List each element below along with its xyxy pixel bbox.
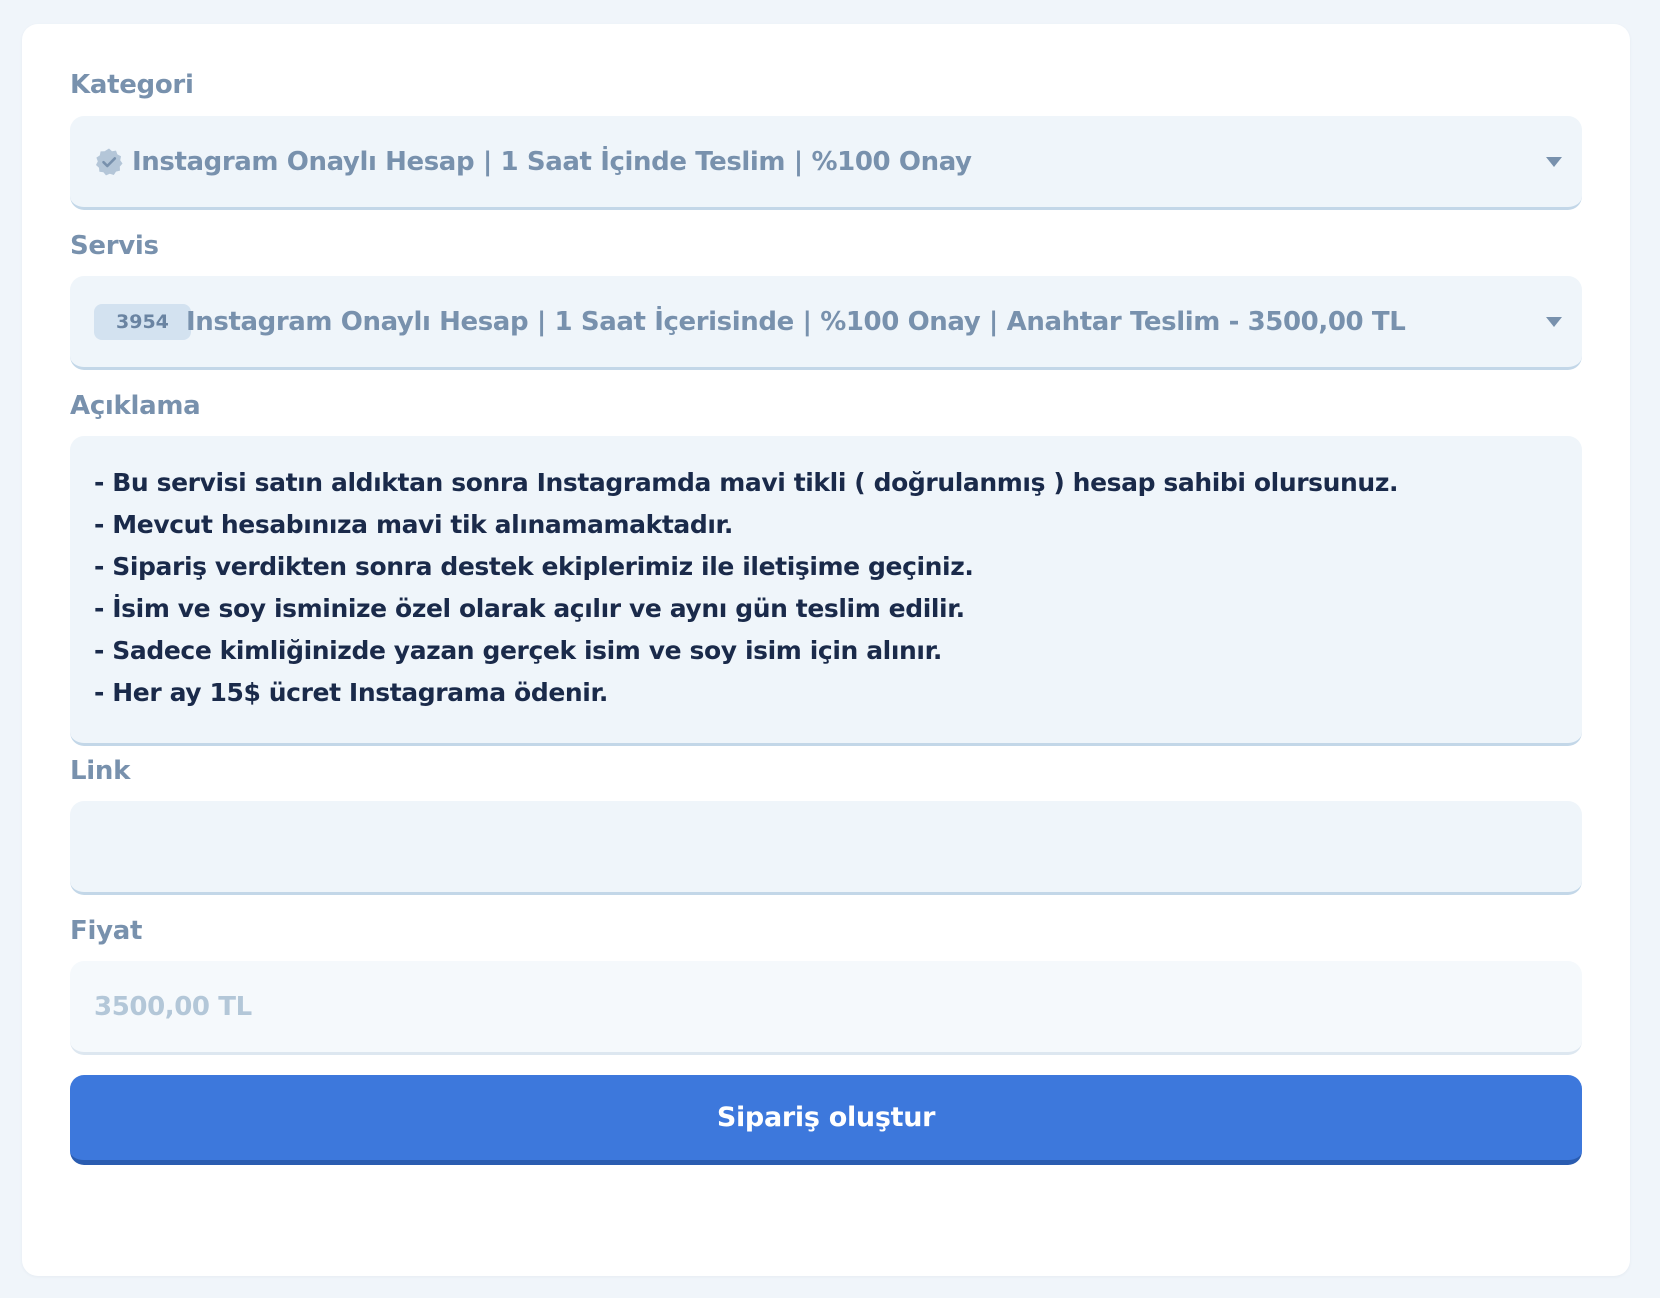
price-field: 3500,00 TL	[70, 961, 1582, 1055]
service-label: Servis	[70, 231, 159, 261]
price-label: Fiyat	[70, 916, 143, 946]
description-line: - Sadece kimliğinizde yazan gerçek isim …	[94, 636, 943, 665]
service-selected-value: Instagram Onaylı Hesap | 1 Saat İçerisin…	[186, 306, 1406, 337]
description-line: - Mevcut hesabınıza mavi tik alınamamakt…	[94, 510, 733, 539]
order-form-card: Kategori Instagram Onaylı Hesap | 1 Saat…	[22, 24, 1630, 1276]
description-box: - Bu servisi satın aldıktan sonra Instag…	[70, 436, 1582, 746]
link-input[interactable]	[70, 801, 1582, 895]
chevron-down-icon	[1546, 316, 1562, 327]
description-line: - Bu servisi satın aldıktan sonra Instag…	[94, 468, 1399, 497]
category-select[interactable]: Instagram Onaylı Hesap | 1 Saat İçinde T…	[70, 116, 1582, 210]
description-line: - İsim ve soy isminize özel olarak açılı…	[94, 594, 965, 623]
service-select[interactable]: 3954 Instagram Onaylı Hesap | 1 Saat İçe…	[70, 276, 1582, 370]
description-label: Açıklama	[70, 391, 201, 421]
verified-badge-icon	[96, 148, 123, 175]
link-label: Link	[70, 756, 131, 786]
category-label: Kategori	[70, 70, 194, 100]
service-id-badge: 3954	[94, 303, 191, 340]
chevron-down-icon	[1546, 156, 1562, 167]
category-selected-value: Instagram Onaylı Hesap | 1 Saat İçinde T…	[132, 146, 972, 177]
description-line: - Her ay 15$ ücret Instagrama ödenir.	[94, 678, 608, 707]
create-order-button[interactable]: Sipariş oluştur	[70, 1075, 1582, 1165]
price-value: 3500,00 TL	[94, 991, 252, 1022]
description-line: - Sipariş verdikten sonra destek ekipler…	[94, 552, 974, 581]
